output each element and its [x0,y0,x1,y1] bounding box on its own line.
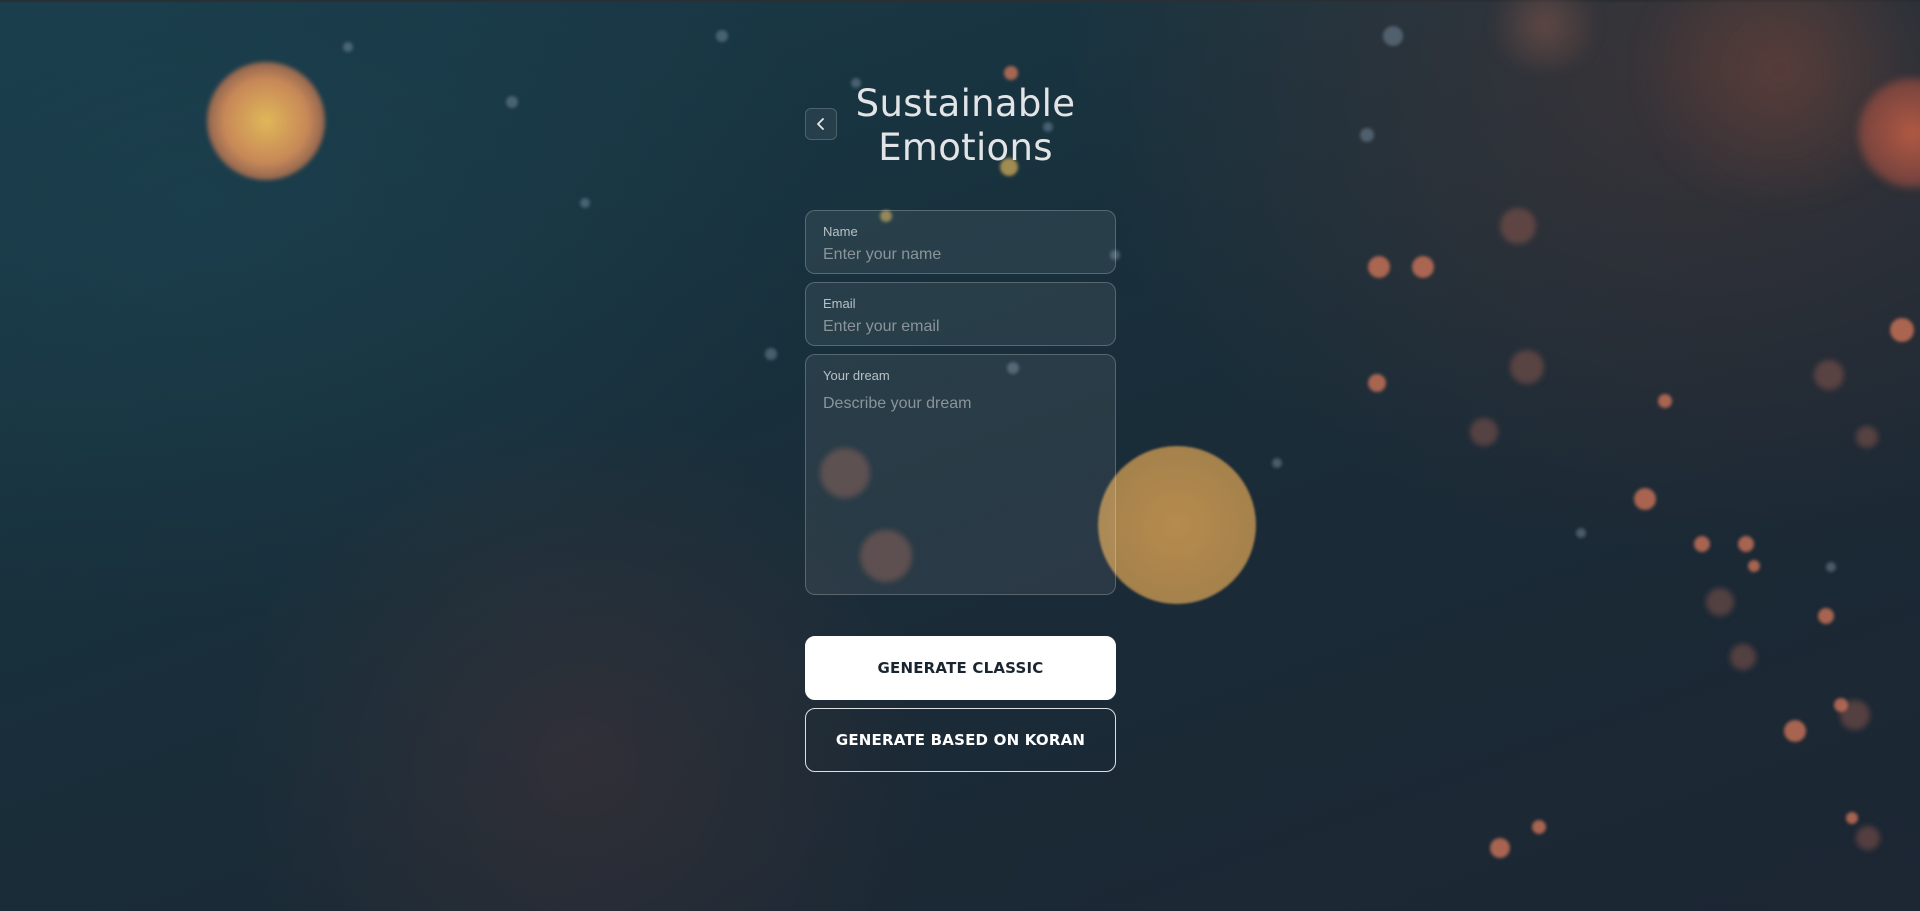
page-header: Sustainable Emotions [805,82,1116,174]
bokeh-dot [1814,360,1844,390]
bokeh-dot [1576,528,1586,538]
email-input[interactable] [823,317,1098,337]
page-title-line-2: Emotions [878,126,1053,169]
bokeh-dot [1730,644,1756,670]
bokeh-dot [506,96,518,108]
email-label: Email [823,296,856,311]
bokeh-dot [1272,458,1282,468]
page-title: Sustainable Emotions [805,82,1126,170]
name-input[interactable] [823,245,1098,265]
bokeh-dot [1360,128,1374,142]
page-title-line-1: Sustainable [855,82,1076,125]
bokeh-light [207,62,325,180]
bokeh-dot [1634,488,1656,510]
bokeh-dot [1856,426,1878,448]
bokeh-dot [765,348,777,360]
form-panel: Sustainable Emotions Name Email Your dre… [805,82,1116,772]
dream-field: Your dream [805,354,1116,595]
bokeh-dot [716,30,728,42]
bokeh-dot [1500,208,1536,244]
bokeh-dot [1856,826,1880,850]
bokeh-dot [343,42,353,52]
bokeh-dot [1383,26,1403,46]
name-field: Name [805,210,1116,274]
email-field: Email [805,282,1116,346]
name-label: Name [823,224,858,239]
bokeh-dot [1490,838,1510,858]
generate-koran-button[interactable]: GENERATE BASED ON KORAN [805,708,1116,772]
bokeh-dot [1004,66,1018,80]
bokeh-dot [1846,812,1858,824]
bokeh-dot [1412,256,1434,278]
bokeh-haze [1480,0,1610,70]
bokeh-dot [1890,318,1914,342]
bokeh-dot [1368,256,1390,278]
bokeh-dot [1706,588,1734,616]
bokeh-dot [1532,820,1546,834]
bokeh-dot [1368,374,1386,392]
generate-classic-button[interactable]: GENERATE CLASSIC [805,636,1116,700]
bokeh-dot [1510,350,1544,384]
bokeh-dot [1738,536,1754,552]
bokeh-dot [1748,560,1760,572]
dream-textarea[interactable] [823,394,1098,574]
bokeh-dot [1784,720,1806,742]
bokeh-dot [1658,394,1672,408]
bokeh-dot [1818,608,1834,624]
bokeh-dot [1826,562,1836,572]
bokeh-dot [1834,698,1848,712]
bokeh-dot [1694,536,1710,552]
bokeh-dot [1470,418,1498,446]
bokeh-dot [580,198,590,208]
bokeh-light [1098,446,1256,604]
dream-label: Your dream [823,368,890,383]
